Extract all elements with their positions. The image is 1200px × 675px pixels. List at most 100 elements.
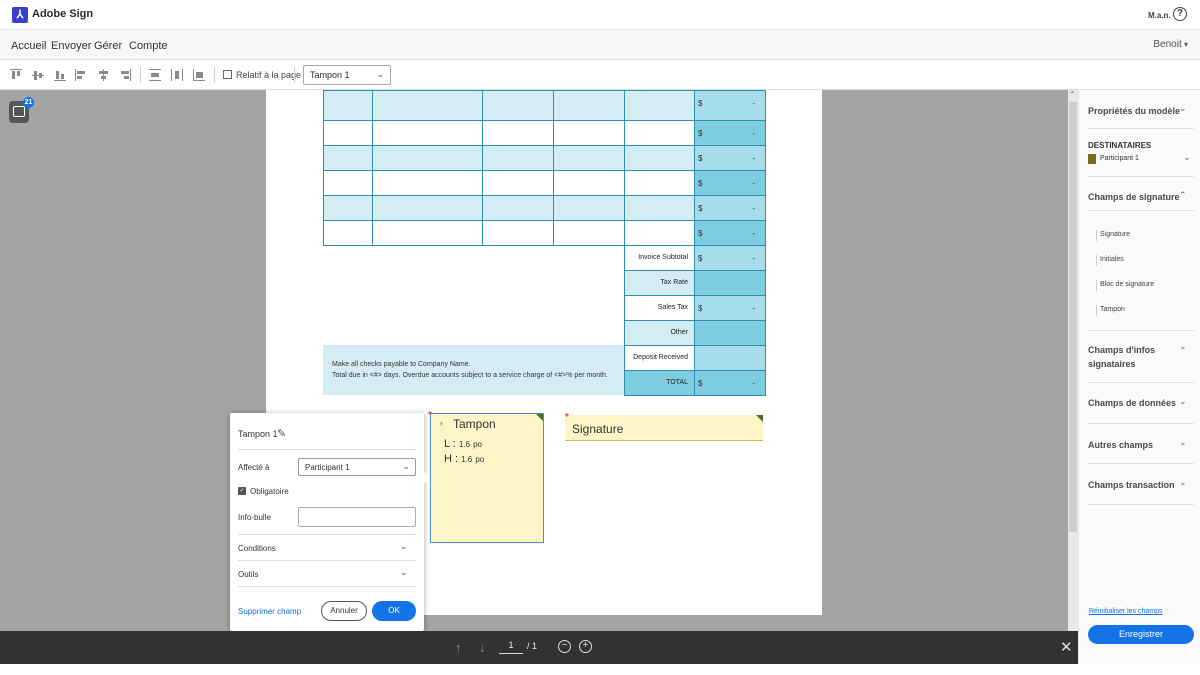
currency-symbol: $ xyxy=(698,154,703,163)
amount-cell: $ - xyxy=(694,170,766,196)
chevron-down-icon[interactable]: ⌄ xyxy=(400,567,408,578)
chevron-down-icon[interactable]: ⌄ xyxy=(1183,152,1191,163)
app-name[interactable]: Adobe Sign xyxy=(32,8,93,20)
align-right-icon[interactable] xyxy=(119,69,131,81)
table-cell xyxy=(482,120,554,146)
tools-section[interactable]: Outils xyxy=(238,570,258,579)
table-cell xyxy=(624,90,695,121)
scrollbar-thumb[interactable] xyxy=(1069,102,1077,532)
field-type-signature-block[interactable]: Bloc de signature xyxy=(1100,281,1154,288)
field-type-stamp[interactable]: Tampon xyxy=(1100,306,1125,313)
adobe-acrobat-icon[interactable]: ⅄ xyxy=(12,7,28,23)
divider xyxy=(1088,423,1194,424)
align-bottom-icon[interactable] xyxy=(54,69,66,81)
pencil-icon[interactable]: ✎ xyxy=(277,427,286,440)
table-cell xyxy=(482,90,554,121)
table-cell xyxy=(482,170,554,196)
zoom-in-icon[interactable]: + xyxy=(579,640,592,653)
divider xyxy=(1088,504,1194,505)
chevron-down-icon[interactable]: ⌄ xyxy=(400,541,408,552)
chevron-up-icon[interactable]: ⌃ xyxy=(1179,190,1187,201)
summary-amount-cell xyxy=(694,345,766,371)
menu-item-account[interactable]: Compte xyxy=(129,40,168,52)
relative-to-page-checkbox[interactable] xyxy=(223,70,232,79)
other-fields-header[interactable]: Autres champs xyxy=(1088,440,1153,450)
transaction-fields-header[interactable]: Champs transaction xyxy=(1088,480,1175,490)
divider xyxy=(1088,330,1194,331)
account-menu[interactable]: Benoit xyxy=(1153,39,1188,50)
save-button[interactable]: Enregistrer xyxy=(1088,625,1194,644)
summary-amount-cell: $ - xyxy=(694,245,766,271)
summary-amount-cell xyxy=(694,320,766,346)
delete-field-link[interactable]: Supprimer champ xyxy=(238,607,301,616)
data-fields-header[interactable]: Champs de données xyxy=(1088,398,1176,408)
amount-value: - xyxy=(752,154,755,163)
assigned-to-select[interactable]: Participant 1 ⌄ xyxy=(298,458,416,476)
chevron-down-icon[interactable]: ⌄ xyxy=(1179,341,1187,352)
table-cell xyxy=(323,195,373,221)
divider xyxy=(1088,382,1194,383)
amount-cell: $ - xyxy=(694,120,766,146)
align-top-icon[interactable] xyxy=(10,69,22,81)
arrow-up-icon[interactable]: ↑ xyxy=(455,640,462,655)
table-cell xyxy=(482,220,554,246)
align-left-icon[interactable] xyxy=(75,69,87,81)
field-type-initials[interactable]: Initiales xyxy=(1100,256,1124,263)
vertical-scrollbar[interactable]: ⌃ xyxy=(1068,90,1078,631)
tooltip-input[interactable] xyxy=(298,507,416,527)
distribute-vertical-icon[interactable] xyxy=(171,69,183,81)
conditions-section[interactable]: Conditions xyxy=(238,544,276,553)
chevron-down-icon[interactable]: ⌄ xyxy=(1179,396,1187,407)
field-properties-popup: Tampon 1 ✎ Affecté à Participant 1 ⌄ ✓ O… xyxy=(230,413,424,631)
user-initials[interactable]: M.a.n. xyxy=(1148,11,1171,20)
signer-info-fields-header[interactable]: Champs d'infos signataires xyxy=(1088,343,1178,371)
required-checkbox[interactable]: ✓ xyxy=(238,487,246,495)
divider xyxy=(1096,230,1097,241)
table-cell xyxy=(624,170,695,196)
amount-value: - xyxy=(752,204,755,213)
chevron-down-icon[interactable]: ⌄ xyxy=(1179,437,1187,448)
assigned-to-value: Participant 1 xyxy=(305,463,350,472)
table-cell xyxy=(323,220,373,246)
menu-item-send[interactable]: Envoyer xyxy=(51,40,91,52)
zoom-out-icon[interactable]: − xyxy=(558,640,571,653)
help-icon[interactable]: ? xyxy=(1173,7,1187,21)
arrow-down-icon[interactable]: ↓ xyxy=(479,640,486,655)
table-cell xyxy=(553,120,625,146)
match-size-icon[interactable] xyxy=(193,69,205,81)
chevron-down-icon[interactable]: ⌄ xyxy=(1179,103,1187,114)
field-select-dropdown[interactable]: Tampon 1 ⌄ xyxy=(303,65,391,85)
reset-fields-link[interactable]: Réinitialiser les champs xyxy=(1089,608,1163,615)
align-center-icon[interactable] xyxy=(97,69,109,81)
signature-field-title: Signature xyxy=(572,422,624,436)
toolbar-separator xyxy=(294,67,295,83)
summary-label-cell: Sales Tax xyxy=(624,295,695,321)
menu-item-home[interactable]: Accueil xyxy=(11,40,46,52)
signature-fields-header[interactable]: Champs de signature xyxy=(1088,192,1180,202)
chevron-down-icon[interactable]: ⌄ xyxy=(1179,477,1187,488)
distribute-horizontal-icon[interactable] xyxy=(149,69,161,81)
menu-item-manage[interactable]: Gérer xyxy=(94,40,122,52)
recipient-select[interactable]: Participant 1 xyxy=(1100,155,1139,162)
template-properties-header[interactable]: Propriétés du modèle xyxy=(1088,106,1180,116)
field-type-signature[interactable]: Signature xyxy=(1100,231,1130,238)
currency-symbol: $ xyxy=(698,99,703,108)
signature-field[interactable]: Signature xyxy=(565,415,763,441)
table-cell xyxy=(624,145,695,171)
table-cell xyxy=(372,195,483,221)
divider xyxy=(238,560,416,561)
field-corner-marker xyxy=(756,415,763,422)
ok-button[interactable]: OK xyxy=(372,601,416,621)
chevron-up-icon[interactable]: ⌃ xyxy=(1069,90,1076,99)
summary-label-cell: Other xyxy=(624,320,695,346)
table-cell xyxy=(553,90,625,121)
stamp-field-title: Tampon xyxy=(453,417,496,431)
field-count-badge: 21 xyxy=(23,97,34,108)
cancel-button[interactable]: Annuler xyxy=(321,601,367,621)
close-icon[interactable]: ✕ xyxy=(1060,638,1073,656)
table-cell xyxy=(323,145,373,171)
page-number-input[interactable]: 1 xyxy=(499,640,523,654)
stamp-field[interactable]: ♁ Tampon L : 1.6 po H : 1.6 po xyxy=(430,413,544,543)
summary-amount-cell: $ - xyxy=(694,370,766,396)
align-middle-icon[interactable] xyxy=(32,69,44,81)
